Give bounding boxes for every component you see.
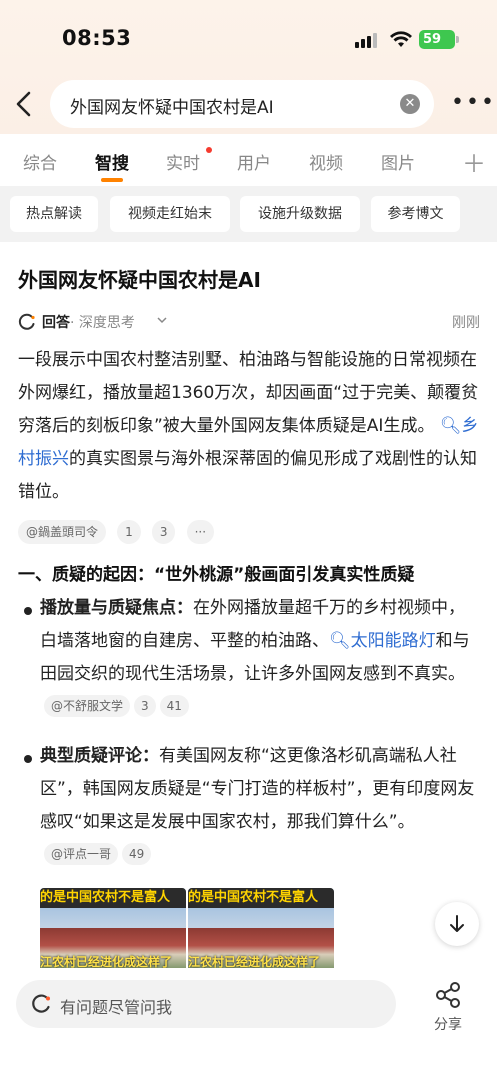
share-button[interactable]: 分享 xyxy=(426,978,470,1038)
notification-dot xyxy=(206,147,212,153)
citation-count[interactable]: 41 xyxy=(159,695,189,717)
tab-images[interactable]: 图片 xyxy=(381,149,415,174)
citation-source[interactable]: @评点一哥 xyxy=(44,843,119,865)
answer-label: 回答 xyxy=(42,315,70,331)
search-link-icon: 🔍︎ xyxy=(439,416,462,436)
citation-count[interactable]: 49 xyxy=(122,843,152,865)
citation-source[interactable]: @不舒服文学 xyxy=(44,695,131,717)
answer-mode-toggle[interactable]: 回答· 深度思考 xyxy=(42,312,135,332)
result-title: 外国网友怀疑中国农村是AI xyxy=(18,268,261,292)
answer-content: 外国网友怀疑中国农村是AI 回答· 深度思考 刚刚 一段展示中国农村整洁别墅、柏… xyxy=(0,242,497,982)
citation-more[interactable]: ··· xyxy=(186,520,215,544)
battery-indicator: 59 xyxy=(419,30,459,49)
share-icon xyxy=(436,982,460,1008)
tab-realtime[interactable]: 实时 xyxy=(166,149,200,174)
intro-paragraph: 一段展示中国农村整洁别墅、柏油路与智能设施的日常视频在外网爆红，播放量超1360… xyxy=(18,344,480,509)
intro-citations: @鍋盖頭司令 1 3 ··· xyxy=(18,520,220,546)
ai-answer-icon xyxy=(18,313,35,330)
search-link-icon: 🔍︎ xyxy=(329,631,351,651)
add-tab-icon[interactable]: ＋ xyxy=(462,144,486,179)
bullet-heading: 播放量与质疑焦点： xyxy=(40,598,193,618)
search-query-text: 外国网友怀疑中国农村是AI xyxy=(70,98,274,118)
status-bar: 08:53 59 xyxy=(0,0,497,80)
bottom-bar: 有问题尽管问我 分享 xyxy=(0,968,497,1080)
ask-input[interactable]: 有问题尽管问我 xyxy=(16,980,396,1028)
citation-count[interactable]: 1 xyxy=(117,520,141,544)
answer-mode: · 深度思考 xyxy=(70,315,135,331)
link-solar-streetlights[interactable]: 🔍︎太阳能路灯 xyxy=(329,631,436,651)
active-tab-indicator xyxy=(101,178,123,182)
clear-search-icon[interactable]: ✕ xyxy=(400,94,420,114)
scroll-down-button[interactable] xyxy=(435,902,479,946)
bullet-dot xyxy=(24,607,32,615)
intro-text-end: 的真实图景与海外根深蒂固的偏见形成了戏剧性的认知错位。 xyxy=(18,449,477,502)
chip-video-origin[interactable]: 视频走红始末 xyxy=(110,196,230,232)
ai-ask-icon xyxy=(32,994,50,1013)
bullet-item: 播放量与质疑焦点：在外网播放量超千万的乡村视频中，白墙落地窗的自建房、平整的柏油… xyxy=(40,592,480,724)
search-input[interactable]: 外国网友怀疑中国农村是AI ✕ xyxy=(50,80,434,128)
more-options-icon[interactable]: ••• xyxy=(451,91,494,115)
arrow-down-icon xyxy=(450,915,464,932)
thumbnail-banner: 的是中国农村不是富人 xyxy=(40,888,186,908)
answer-time: 刚刚 xyxy=(452,315,480,331)
tab-videos[interactable]: 视频 xyxy=(309,149,343,174)
chip-hot-interpretation[interactable]: 热点解读 xyxy=(10,196,98,232)
bullet-item: 典型质疑评论：有美国网友称“这更像洛杉矶高端私人社区”，韩国网友质疑是“专门打造… xyxy=(40,740,480,872)
bullet-heading: 典型质疑评论： xyxy=(40,746,159,766)
ask-placeholder: 有问题尽管问我 xyxy=(60,998,173,1017)
intro-text: 一段展示中国农村整洁别墅、柏油路与智能设施的日常视频在外网爆红，播放量超1360… xyxy=(18,350,479,436)
topic-chips: 热点解读 视频走红始末 设施升级数据 参考博文 xyxy=(0,186,497,242)
wifi-icon xyxy=(390,31,412,47)
chevron-down-icon[interactable] xyxy=(156,314,168,326)
chip-reference-posts[interactable]: 参考博文 xyxy=(371,196,460,232)
search-tabs: 综合 智搜 实时 用户 视频 图片 xyxy=(0,134,497,186)
bullet-dot xyxy=(24,755,32,763)
status-time: 08:53 xyxy=(62,26,132,50)
video-thumbnail[interactable]: 的是中国农村不是富人 江农村已经进化成这样了 xyxy=(188,888,334,972)
back-arrow-icon[interactable] xyxy=(12,90,36,118)
section-heading: 一、质疑的起因：“世外桃源”般画面引发真实性质疑 xyxy=(18,565,415,585)
share-label: 分享 xyxy=(434,1017,462,1033)
tab-users[interactable]: 用户 xyxy=(237,149,271,174)
tab-comprehensive[interactable]: 综合 xyxy=(23,149,57,174)
citation-count[interactable]: 3 xyxy=(134,695,156,717)
answer-header: 回答· 深度思考 刚刚 xyxy=(18,312,480,332)
chip-facility-data[interactable]: 设施升级数据 xyxy=(240,196,360,232)
citation-source[interactable]: @鍋盖頭司令 xyxy=(18,520,107,544)
signal-icon xyxy=(355,32,381,48)
video-thumbnail[interactable]: 的是中国农村不是富人 江农村已经进化成这样了 xyxy=(40,888,186,972)
tab-smart-search[interactable]: 智搜 xyxy=(95,149,129,174)
thumbnail-banner: 的是中国农村不是富人 xyxy=(188,888,334,908)
citation-count[interactable]: 3 xyxy=(151,520,176,544)
